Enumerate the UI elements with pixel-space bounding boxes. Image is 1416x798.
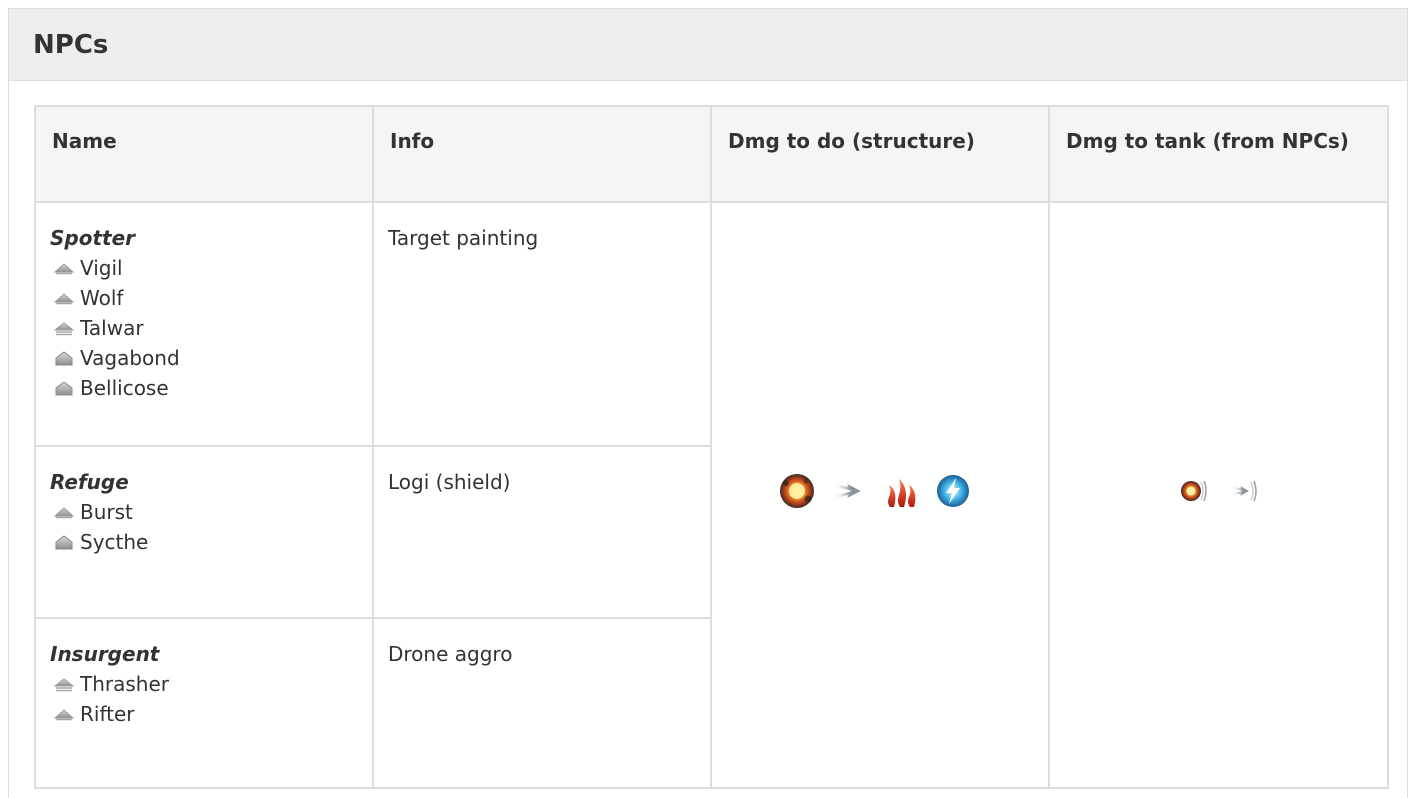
explosive-resist-icon (1179, 476, 1209, 506)
cruiser-icon (53, 380, 75, 396)
kinetic-damage-icon (829, 471, 869, 511)
ship-entry: Vigil (50, 253, 358, 283)
npc-group-name: Spotter (50, 226, 136, 250)
dmg-to-do-cell (710, 201, 1050, 789)
ship-name: Wolf (80, 286, 124, 310)
cruiser-icon (53, 534, 75, 550)
name-cell: Insurgent Thrasher Rifter (34, 617, 374, 789)
ship-name: Bellicose (80, 376, 169, 400)
kinetic-resist-icon (1229, 476, 1259, 506)
column-header-info: Info (372, 105, 712, 203)
explosive-damage-icon (777, 471, 817, 511)
info-cell: Logi (shield) (372, 445, 712, 619)
panel-header: NPCs (9, 9, 1407, 81)
resist-type-icons (1179, 476, 1259, 506)
frigate-icon (53, 260, 75, 276)
ship-entry: Wolf (50, 283, 358, 313)
frigate-icon (53, 504, 75, 520)
npc-group-name: Insurgent (50, 642, 160, 666)
npcs-panel: NPCs Name Info Dmg to do (structure) Dmg… (8, 8, 1408, 798)
ship-entry: Vagabond (50, 343, 358, 373)
table-header-row: Name Info Dmg to do (structure) Dmg to t… (34, 105, 1389, 203)
destroyer-icon (53, 676, 75, 692)
info-cell: Target painting (372, 201, 712, 447)
frigate-icon (53, 706, 75, 722)
column-header-name: Name (34, 105, 374, 203)
destroyer-icon (53, 320, 75, 336)
ship-entry: Rifter (50, 699, 358, 729)
ship-name: Thrasher (80, 672, 169, 696)
ship-name: Sycthe (80, 530, 149, 554)
name-cell: Refuge Burst Sycthe (34, 445, 374, 619)
npc-group-name: Refuge (50, 470, 129, 494)
column-header-dmg-to-tank: Dmg to tank (from NPCs) (1048, 105, 1389, 203)
cruiser-icon (53, 350, 75, 366)
name-cell: Spotter Vigil Wolf Talwar Vagabond Belli… (34, 201, 374, 447)
ship-entry: Bellicose (50, 373, 358, 403)
ship-name: Talwar (80, 316, 144, 340)
info-cell: Drone aggro (372, 617, 712, 789)
column-header-dmg-to-do: Dmg to do (structure) (710, 105, 1050, 203)
table-row: Spotter Vigil Wolf Talwar Vagabond Belli… (34, 201, 1389, 789)
panel-title: NPCs (33, 30, 109, 60)
frigate-icon (53, 290, 75, 306)
ship-entry: Burst (50, 497, 358, 527)
ship-name: Vagabond (80, 346, 180, 370)
em-damage-icon (933, 471, 973, 511)
thermal-damage-icon (881, 471, 921, 511)
damage-type-icons (777, 471, 973, 511)
dmg-to-tank-cell (1048, 201, 1389, 789)
npc-table: Name Info Dmg to do (structure) Dmg to t… (34, 105, 1389, 789)
ship-entry: Talwar (50, 313, 358, 343)
ship-entry: Sycthe (50, 527, 358, 557)
ship-name: Rifter (80, 702, 135, 726)
ship-name: Vigil (80, 256, 123, 280)
ship-entry: Thrasher (50, 669, 358, 699)
ship-name: Burst (80, 500, 133, 524)
